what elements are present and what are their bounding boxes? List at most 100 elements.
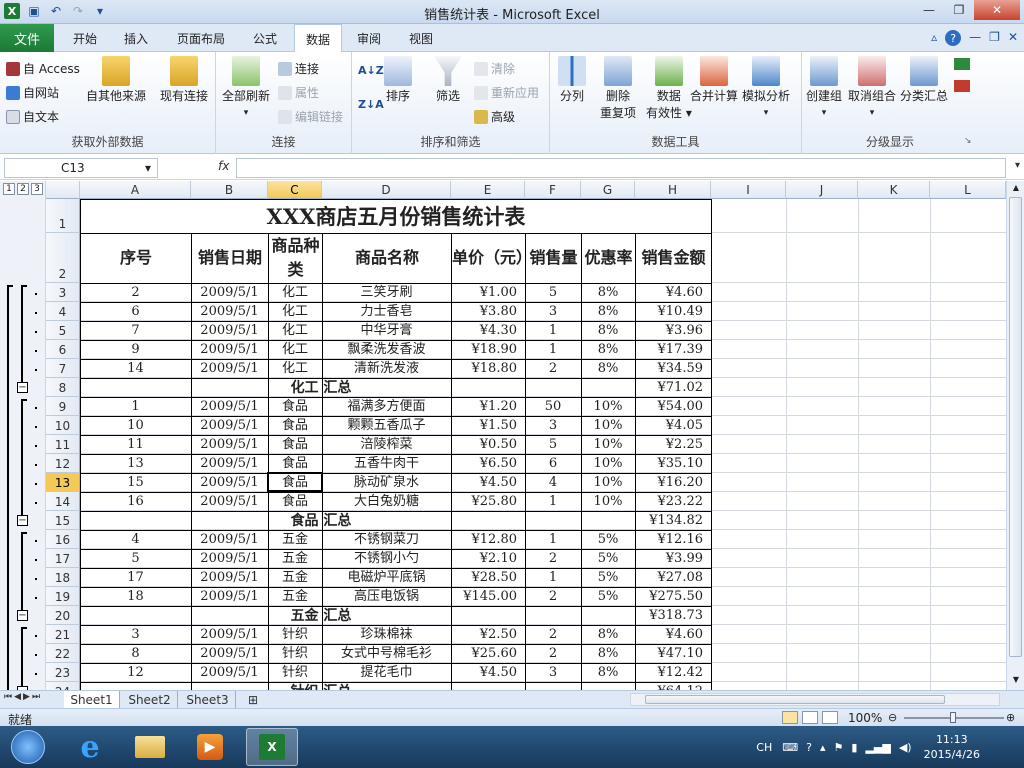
tab-sheet3[interactable]: Sheet3	[180, 691, 236, 708]
vertical-scroll-thumb[interactable]	[1009, 197, 1022, 657]
tray-expand-icon[interactable]: ▴	[820, 741, 826, 754]
table-cell[interactable]: 5	[80, 549, 191, 568]
table-cell[interactable]: 2009/5/1	[191, 587, 268, 606]
tab-page-layout[interactable]: 页面布局	[168, 24, 234, 52]
table-cell[interactable]: 10	[80, 416, 191, 435]
table-cell[interactable]: 化工	[268, 340, 322, 359]
table-cell[interactable]: ¥0.50	[451, 435, 525, 454]
table-cell[interactable]: ¥3.99	[635, 549, 711, 568]
dialog-launcher-icon[interactable]: ↘	[964, 136, 972, 146]
table-cell[interactable]: ¥275.50	[635, 587, 711, 606]
table-cell[interactable]: 6	[80, 302, 191, 321]
table-cell[interactable]: ¥18.80	[451, 359, 525, 378]
tab-sheet2[interactable]: Sheet2	[122, 691, 178, 708]
table-cell[interactable]: 4	[525, 473, 581, 492]
table-cell[interactable]: 针织	[268, 663, 322, 682]
table-cell[interactable]: 化工	[268, 321, 322, 340]
keyboard-icon[interactable]: ⌨	[782, 741, 798, 754]
tab-sheet1[interactable]: Sheet1	[64, 691, 120, 708]
table-cell[interactable]: ¥12.42	[635, 663, 711, 682]
row-header[interactable]: 9	[46, 397, 80, 416]
network-icon[interactable]: ▂▄▆	[865, 741, 890, 754]
table-cell[interactable]: 脉动矿泉水	[322, 473, 451, 492]
table-cell[interactable]: 2009/5/1	[191, 435, 268, 454]
table-cell[interactable]: 不锈钢菜刀	[322, 530, 451, 549]
column-header-g[interactable]: G	[581, 181, 635, 199]
row-header[interactable]: 20	[46, 606, 80, 625]
table-cell[interactable]: 16	[80, 492, 191, 511]
table-cell[interactable]: 化工	[268, 359, 322, 378]
collapse-ribbon-icon[interactable]: ▵	[931, 30, 937, 46]
help-icon[interactable]: ?	[945, 30, 962, 46]
table-cell[interactable]: 5	[525, 435, 581, 454]
row-header[interactable]: 11	[46, 435, 80, 454]
table-cell[interactable]: ¥17.39	[635, 340, 711, 359]
reapply-button[interactable]: 重新应用	[474, 84, 539, 101]
table-cell[interactable]: 食品	[268, 416, 322, 435]
subtotal-button[interactable]: 分类汇总	[900, 56, 948, 105]
table-cell[interactable]: 五香牛肉干	[322, 454, 451, 473]
doc-minimize-icon[interactable]: —	[969, 30, 981, 46]
table-cell[interactable]: 8%	[581, 302, 635, 321]
table-cell[interactable]: 1	[525, 530, 581, 549]
close-button[interactable]: ✕	[974, 0, 1020, 20]
table-cell[interactable]: ¥4.60	[635, 283, 711, 302]
refresh-all-button[interactable]: 全部刷新 ▾	[222, 56, 270, 122]
table-cell[interactable]: 针织	[268, 644, 322, 663]
tab-data[interactable]: 数据	[294, 24, 342, 53]
table-cell[interactable]: 10%	[581, 435, 635, 454]
table-cell[interactable]: 2009/5/1	[191, 663, 268, 682]
column-header-b[interactable]: B	[191, 181, 268, 199]
column-header-e[interactable]: E	[451, 181, 525, 199]
table-cell[interactable]: 8%	[581, 340, 635, 359]
subtotal-value[interactable]: ¥318.73	[635, 606, 711, 625]
table-cell[interactable]: ¥1.50	[451, 416, 525, 435]
table-cell[interactable]: 18	[80, 587, 191, 606]
table-cell[interactable]: 3	[525, 663, 581, 682]
show-detail-icon[interactable]	[954, 58, 970, 70]
table-cell[interactable]: 3	[80, 625, 191, 644]
table-cell[interactable]: ¥145.00	[451, 587, 525, 606]
row-header[interactable]: 24	[46, 682, 80, 690]
table-cell[interactable]: 食品	[268, 492, 322, 511]
table-cell[interactable]: ¥12.16	[635, 530, 711, 549]
hide-detail-icon[interactable]	[954, 80, 970, 92]
table-cell[interactable]: 7	[80, 321, 191, 340]
page-layout-view-icon[interactable]	[802, 711, 818, 724]
row-header[interactable]: 14	[46, 492, 80, 511]
existing-connections-button[interactable]: 现有连接	[160, 56, 208, 105]
volume-icon[interactable]: ◀)	[899, 741, 912, 754]
properties-button[interactable]: 属性	[278, 84, 319, 101]
table-cell[interactable]: 11	[80, 435, 191, 454]
table-cell[interactable]: 2009/5/1	[191, 397, 268, 416]
table-cell[interactable]: 2009/5/1	[191, 492, 268, 511]
table-cell[interactable]: 8%	[581, 359, 635, 378]
row-header[interactable]: 13	[46, 473, 80, 492]
power-icon[interactable]: ▮	[851, 741, 857, 754]
table-cell[interactable]: ¥4.50	[451, 663, 525, 682]
zoom-out-icon[interactable]: ⊖	[888, 711, 897, 724]
table-cell[interactable]: 8%	[581, 663, 635, 682]
table-cell[interactable]: ¥2.50	[451, 625, 525, 644]
subtotal-label[interactable]: 针织 汇总	[191, 682, 451, 690]
row-header[interactable]: 4	[46, 302, 80, 321]
tab-file[interactable]: 文件	[0, 24, 54, 52]
zoom-level[interactable]: 100%	[848, 711, 882, 725]
ungroup-button[interactable]: 取消组合 ▾	[848, 56, 896, 122]
restore-button[interactable]: ❐	[944, 0, 974, 20]
table-cell[interactable]: 5%	[581, 587, 635, 606]
table-cell[interactable]: 5%	[581, 530, 635, 549]
table-cell[interactable]: 2	[80, 283, 191, 302]
outline-level-1[interactable]: 1	[3, 183, 15, 195]
tab-home[interactable]: 开始	[62, 24, 108, 52]
table-cell[interactable]: 2009/5/1	[191, 644, 268, 663]
table-cell[interactable]: 14	[80, 359, 191, 378]
collapse-group-button[interactable]: −	[17, 610, 28, 621]
internet-explorer-icon[interactable]: e	[64, 728, 116, 766]
table-cell[interactable]: 1	[525, 492, 581, 511]
table-cell[interactable]: 10%	[581, 492, 635, 511]
table-cell[interactable]: 2	[525, 625, 581, 644]
table-cell[interactable]: ¥27.08	[635, 568, 711, 587]
table-cell[interactable]: 8%	[581, 625, 635, 644]
clock[interactable]: 11:13 2015/4/26	[924, 732, 980, 762]
